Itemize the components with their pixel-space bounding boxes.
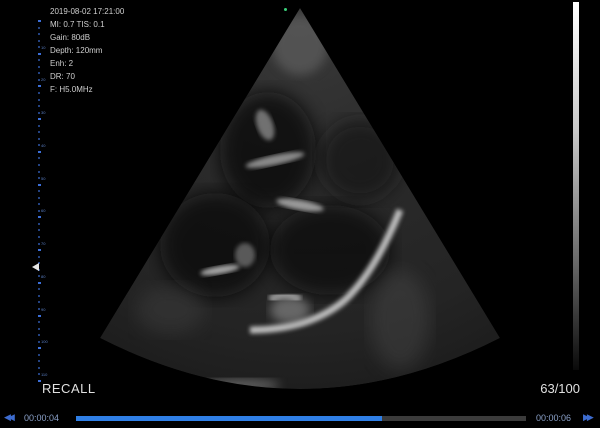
ruler-tick — [38, 340, 40, 343]
ruler-tick — [38, 236, 40, 238]
ruler-tick — [38, 72, 40, 75]
ruler-tick — [38, 52, 41, 55]
datetime-text: 2019-08-02 17:21:00 — [50, 7, 125, 16]
ruler-tick — [38, 59, 40, 62]
depth-ruler: 10 20 30 40 50 60 70 80 90 100 110 — [33, 20, 48, 382]
ruler-label: 30 — [41, 110, 46, 116]
ruler-tick — [38, 190, 40, 193]
ruler-tick — [38, 26, 40, 29]
ruler-label: 50 — [41, 175, 46, 181]
ruler-tick — [38, 203, 40, 206]
mi-tis-text: MI: 0.7 TIS: 0.1 — [50, 20, 105, 29]
playback-progress-track[interactable] — [76, 416, 526, 421]
ruler-label: 60 — [41, 208, 46, 214]
ruler-label: 20 — [41, 77, 46, 83]
ruler-tick — [38, 334, 40, 337]
ruler-tick — [38, 288, 40, 291]
ruler-tick — [38, 216, 41, 219]
ruler-tick — [38, 177, 40, 180]
ruler-tick — [38, 92, 40, 94]
ruler-tick — [38, 85, 41, 88]
ruler-label: 110 — [41, 372, 48, 377]
ruler-tick — [38, 366, 40, 369]
grayscale-bar — [573, 2, 579, 370]
probe-orientation-marker — [284, 8, 287, 11]
ruler-label: 10 — [41, 44, 46, 50]
ruler-tick — [38, 242, 40, 245]
ruler-tick — [38, 373, 40, 376]
dynamic-range-text: DR: 70 — [50, 72, 75, 81]
ruler-tick — [38, 39, 40, 42]
ruler-tick — [38, 275, 40, 278]
ruler-tick — [38, 78, 40, 81]
ruler-tick — [38, 360, 40, 363]
ruler-tick — [38, 150, 41, 153]
fast-forward-icon[interactable]: ▶▶ — [583, 412, 594, 423]
rewind-icon[interactable]: ◀◀ — [4, 412, 15, 423]
playback-end-time: 00:00:06 — [536, 413, 572, 423]
ruler-tick — [38, 20, 41, 22]
ruler-tick — [38, 294, 40, 297]
ruler-tick — [38, 164, 40, 166]
ruler-tick — [38, 222, 40, 225]
ruler-tick — [38, 137, 40, 140]
ruler-tick — [38, 170, 40, 173]
ruler-tick — [38, 118, 41, 121]
ruler-tick — [38, 124, 40, 127]
ruler-tick — [38, 196, 40, 199]
ruler-tick — [38, 347, 41, 350]
scan-parameters: 2019-08-02 17:21:00 MI: 0.7 TIS: 0.1 Gai… — [50, 5, 124, 96]
ruler-tick — [38, 157, 40, 160]
gain-text: Gain: 80dB — [50, 33, 91, 42]
focus-marker-icon[interactable] — [32, 263, 39, 271]
frequency-text: F: H5.0MHz — [50, 85, 93, 94]
ruler-label: 90 — [41, 306, 46, 312]
ruler-label: 80 — [41, 273, 46, 279]
ruler-tick — [38, 321, 40, 324]
ruler-label: 100 — [41, 339, 48, 345]
enhancement-text: Enh: 2 — [50, 59, 74, 68]
frame-counter: 63/100 — [540, 381, 580, 396]
depth-text: Depth: 120mm — [50, 46, 103, 55]
ruler-label: 40 — [41, 142, 46, 148]
ruler-label: 70 — [41, 241, 46, 247]
ruler-tick — [38, 281, 41, 284]
ruler-tick — [38, 308, 40, 310]
ruler-tick — [38, 327, 40, 330]
playback-progress-fill[interactable] — [76, 416, 382, 421]
ruler-tick — [38, 314, 41, 317]
ruler-tick — [38, 144, 40, 147]
ruler-tick — [38, 105, 40, 108]
ruler-tick — [38, 249, 41, 252]
ruler-tick — [38, 183, 41, 186]
ruler-tick — [38, 33, 40, 36]
ultrasound-screen: 2019-08-02 17:21:00 MI: 0.7 TIS: 0.1 Gai… — [0, 0, 600, 428]
ruler-tick — [38, 380, 41, 382]
ruler-tick — [38, 229, 40, 232]
ruler-tick — [38, 131, 40, 134]
ruler-tick — [38, 209, 40, 212]
ruler-tick — [38, 255, 40, 258]
ruler-tick — [38, 353, 40, 356]
ruler-tick — [38, 111, 40, 114]
ruler-tick — [38, 46, 40, 49]
playback-start-time: 00:00:04 — [24, 413, 60, 423]
ruler-tick — [38, 65, 40, 68]
playback-bar: ◀◀ 00:00:04 00:00:06 ▶▶ — [0, 408, 600, 428]
ruler-tick — [38, 98, 40, 101]
ruler-tick — [38, 301, 40, 304]
recall-label: RECALL — [42, 381, 96, 396]
